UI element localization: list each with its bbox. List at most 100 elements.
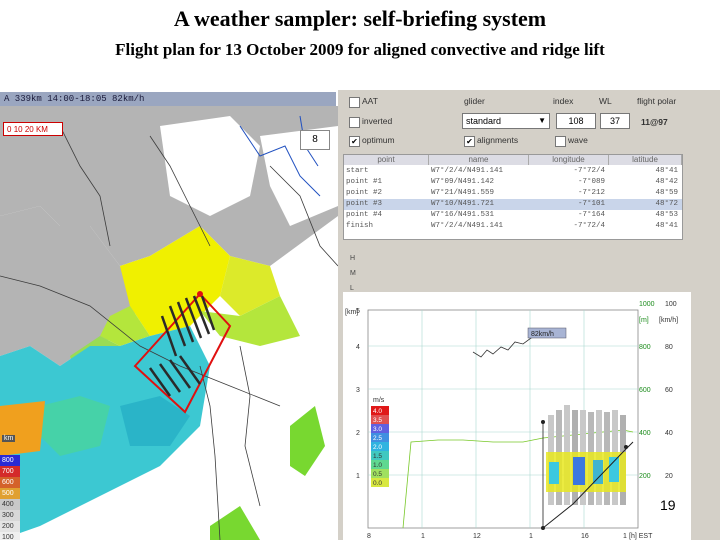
climb-value-2.0: 2.0: [373, 444, 382, 451]
inverted-checkbox[interactable]: [349, 117, 360, 128]
left-tick-4: 4: [356, 344, 360, 351]
wave-label: wave: [568, 135, 588, 145]
chevron-down-icon: ▼: [538, 116, 546, 125]
cell-name: W7°/2/4/N491.141: [431, 222, 504, 230]
altitude-legend-500: 500: [0, 488, 20, 499]
cell-point: point #1: [346, 178, 383, 186]
altitude-legend-800: 800: [0, 455, 20, 466]
cell-point: finish: [346, 222, 374, 230]
right-tick-alt-1000: 1000: [639, 301, 655, 308]
left-tick-5: 5: [356, 308, 360, 315]
table-row[interactable]: finish W7°/2/4/N491.141 -7°72/4 48°41: [344, 221, 682, 232]
altitude-legend-700: 700: [0, 466, 20, 477]
map-panel[interactable]: A 339km 14:00-18:05 82km/h 0 10 20 KM 8 …: [0, 90, 338, 540]
optimum-label: optimum: [362, 135, 395, 145]
right-axis-unit-speed: [km/h]: [659, 317, 678, 324]
altitude-legend-100: 100: [0, 532, 20, 540]
altitude-legend-300: 300: [0, 510, 20, 521]
optimum-checkbox[interactable]: ✔: [349, 136, 360, 147]
cell-name: W7°16/N491.531: [431, 211, 495, 219]
left-tick-1: 1: [356, 473, 360, 480]
altitude-legend-400: 400: [0, 499, 20, 510]
climb-value-1.0: 1.0: [373, 462, 382, 469]
climb-value-3.5: 3.5: [373, 417, 382, 424]
right-tick-alt-400: 400: [639, 430, 651, 437]
x-tick-12: 12: [473, 533, 481, 540]
col-header-longitude[interactable]: longitude: [529, 155, 609, 165]
band-label-mid: M: [350, 270, 356, 277]
flight-polar-label: flight polar: [637, 96, 677, 106]
right-axis-unit-alt: [m]: [639, 317, 649, 324]
page-number: 19: [660, 497, 676, 513]
col-header-point[interactable]: point: [344, 155, 429, 165]
start-point: [197, 291, 203, 297]
x-axis-unit: [h] EST: [629, 533, 653, 540]
terrain-map[interactable]: [0, 106, 338, 540]
cell-name: W7°10/N491.721: [431, 200, 495, 208]
orange-zone: [0, 401, 45, 456]
table-row-selected[interactable]: point #3 W7°10/N491.721 -7°101 48°72: [344, 199, 682, 210]
cell-latitude: 48°59: [655, 189, 678, 197]
flight-profile-chart[interactable]: [km] 5 4 3 2 1 [m] [km/h] 1000 800 600 4…: [343, 292, 691, 540]
wl-spinner[interactable]: 37: [600, 113, 630, 129]
right-tick-speed-80: 80: [665, 344, 673, 351]
cell-latitude: 48°42: [655, 178, 678, 186]
col-header-name[interactable]: name: [429, 155, 529, 165]
cell-latitude: 48°41: [655, 167, 678, 175]
wl-label: WL: [599, 96, 612, 106]
right-tick-speed-20: 20: [665, 473, 673, 480]
inverted-label: inverted: [362, 116, 393, 126]
x-tick-16: 16: [581, 533, 589, 540]
cell-name: W7°21/N491.559: [431, 189, 495, 197]
cell-latitude: 48°72: [655, 200, 678, 208]
x-tick-10: 1: [421, 533, 425, 540]
climb-value-0.0: 0.0: [373, 480, 382, 487]
altitude-legend-200: 200: [0, 521, 20, 532]
cell-longitude: -7°089: [577, 178, 605, 186]
scale-label-unit: KM: [35, 125, 48, 134]
app-screenshot: A 339km 14:00-18:05 82km/h 0 10 20 KM 8 …: [0, 90, 720, 540]
cell-longitude: -7°212: [577, 189, 605, 197]
scale-label-10: 10: [13, 125, 23, 134]
altitude-legend-unit: km: [2, 435, 16, 442]
track-marker: [541, 526, 545, 530]
climb-value-2.5: 2.5: [373, 435, 382, 442]
left-tick-2: 2: [356, 430, 360, 437]
track-marker-3: [624, 445, 628, 449]
table-row[interactable]: start W7°/2/4/N491.141 -7°72/4 48°41: [344, 166, 682, 177]
aat-label: AAT: [362, 96, 378, 106]
cell-longitude: -7°164: [577, 211, 605, 219]
track-marker-2: [541, 420, 545, 424]
map-header: A 339km 14:00-18:05 82km/h: [0, 92, 336, 106]
scale-label-20: 20: [24, 125, 34, 134]
table-row[interactable]: point #4 W7°16/N491.531 -7°164 48°53: [344, 210, 682, 221]
band-label-high: H: [350, 255, 356, 262]
col-header-latitude[interactable]: latitude: [609, 155, 682, 165]
right-tick-alt-200: 200: [639, 473, 651, 480]
cell-point: start: [346, 167, 369, 175]
alignments-checkbox[interactable]: ✔: [464, 136, 475, 147]
index-spinner[interactable]: 108: [556, 113, 596, 129]
slide-title: A weather sampler: self-briefing system: [173, 6, 547, 31]
glider-select[interactable]: standard ▼: [462, 113, 550, 129]
band-label-low: L: [350, 285, 354, 292]
left-tick-3: 3: [356, 387, 360, 394]
aat-checkbox[interactable]: [349, 97, 360, 108]
right-tick-alt-800: 800: [639, 344, 651, 351]
right-tick-speed-100: 100: [665, 301, 677, 308]
right-tick-speed-60: 60: [665, 387, 673, 394]
table-row[interactable]: point #1 W7°09/N491.142 -7°089 48°42: [344, 177, 682, 188]
green-ridge: [290, 406, 325, 476]
x-tick-8: 8: [367, 533, 371, 540]
cell-point: point #3: [346, 200, 383, 208]
alignments-label: alignments: [477, 135, 519, 145]
profile-svg[interactable]: [km] 5 4 3 2 1 [m] [km/h] 1000 800 600 4…: [343, 292, 691, 540]
zoom-level-input[interactable]: 8: [300, 130, 330, 150]
x-tick-18: 1: [623, 533, 627, 540]
glider-label: glider: [464, 96, 485, 106]
waypoint-table[interactable]: point name longitude latitude start W7°/…: [343, 154, 683, 240]
green-ridge-2: [210, 506, 260, 540]
climb-value-1.5: 1.5: [373, 453, 382, 460]
table-row[interactable]: point #2 W7°21/N491.559 -7°212 48°59: [344, 188, 682, 199]
wave-checkbox[interactable]: [555, 136, 566, 147]
